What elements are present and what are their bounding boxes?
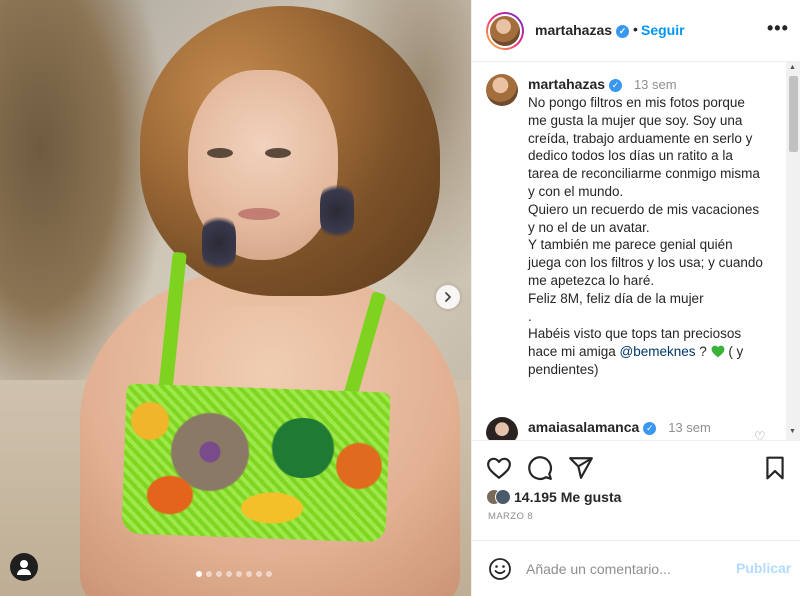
photo-eye-right xyxy=(265,148,291,158)
caption-line: me gusta la mujer que soy. Soy una xyxy=(528,112,743,128)
photo-motif xyxy=(268,418,338,478)
caption-line: me apetezca lo haré. xyxy=(528,272,655,288)
green-heart-icon xyxy=(711,345,724,358)
carousel-dot xyxy=(196,571,202,577)
scroll-down-arrow-icon[interactable]: ▼ xyxy=(789,428,796,435)
likes-count[interactable]: 14.195 Me gusta xyxy=(514,489,621,505)
mention-link[interactable]: @bemeknes xyxy=(620,344,696,359)
next-slide-button[interactable] xyxy=(436,285,460,309)
caption-line: y con el mundo. xyxy=(528,183,624,199)
caption-line: Y también me parece genial quién xyxy=(528,237,733,253)
emoji-icon[interactable] xyxy=(488,557,512,581)
post-side-panel: martahazas ✓ • Seguir ••• martahazas ✓ 13 … xyxy=(471,0,800,596)
caption-line: . xyxy=(528,308,532,324)
photo-earring-left xyxy=(202,212,236,274)
caption-line: Quiero un recuerdo de mis vacaciones xyxy=(528,201,760,217)
carousel-indicator xyxy=(196,571,272,577)
photo-motif xyxy=(140,470,200,520)
carousel-dot xyxy=(246,571,252,577)
caption-line: pendientes) xyxy=(528,361,599,377)
author-username[interactable]: martahazas ✓ xyxy=(535,22,630,38)
caption-line: y no el de un avatar. xyxy=(528,219,650,235)
photo-motif xyxy=(232,488,312,528)
comment-icon[interactable] xyxy=(527,455,553,481)
caption-avatar[interactable] xyxy=(486,74,518,106)
carousel-dot xyxy=(256,571,262,577)
post-header: martahazas ✓ • Seguir ••• xyxy=(472,0,800,62)
more-options-icon[interactable]: ••• xyxy=(767,18,789,39)
post-photo[interactable] xyxy=(0,0,471,596)
carousel-dot xyxy=(236,571,242,577)
tagged-users-button[interactable] xyxy=(10,553,38,581)
carousel-dot xyxy=(206,571,212,577)
publish-button[interactable]: Publicar xyxy=(736,560,791,576)
photo-mouth xyxy=(238,208,280,220)
bookmark-icon[interactable] xyxy=(762,455,788,481)
caption-text: No pongo filtros en mis fotos porque me g… xyxy=(528,94,778,379)
caption-line: No pongo filtros en mis fotos porque xyxy=(528,95,745,110)
verified-badge-icon: ✓ xyxy=(643,421,657,435)
heart-icon[interactable] xyxy=(486,455,512,481)
photo-eye-left xyxy=(207,148,233,158)
comment-time: 13 sem xyxy=(668,420,711,435)
avatar xyxy=(495,489,511,505)
verified-badge-icon: ✓ xyxy=(609,78,623,92)
user-icon xyxy=(20,560,28,568)
scroll-up-arrow-icon[interactable]: ▲ xyxy=(789,64,796,71)
caption-line: hace mi amiga @bemeknes ? ( y xyxy=(528,344,744,360)
caption-username[interactable]: martahazas xyxy=(528,76,605,92)
photo-motif xyxy=(336,436,382,496)
caption-line: Feliz 8M, feliz día de la mujer xyxy=(528,290,704,306)
verified-badge-icon: ✓ xyxy=(616,24,630,38)
photo-earring-right xyxy=(320,180,354,242)
comment-like-icon[interactable]: ♡ xyxy=(754,429,766,440)
caption-time[interactable]: 13 sem xyxy=(634,77,677,92)
caption-line: creída, trabajo arduamente en serlo y xyxy=(528,130,753,146)
post-date[interactable]: MARZO 8 xyxy=(488,511,533,522)
comments-section: martahazas ✓ 13 sem No pongo filtros en m… xyxy=(472,62,787,440)
photo-motif xyxy=(130,396,170,446)
likers-avatars xyxy=(486,487,512,507)
add-comment-bar: Publicar xyxy=(472,540,800,596)
caption-line: dedico todos los días un ratito a la xyxy=(528,148,733,164)
comment-avatar[interactable] xyxy=(486,417,518,440)
comment-username[interactable]: amaiasalamanca xyxy=(528,419,639,435)
caption-line: tarea de reconciliarme conmigo misma xyxy=(528,166,760,182)
carousel-dot xyxy=(266,571,272,577)
follow-button[interactable]: Seguir xyxy=(641,22,685,38)
header-separator: • xyxy=(633,21,638,37)
chevron-right-icon xyxy=(445,292,451,302)
caption-line: juega con los filtros y los usa; y cuand… xyxy=(528,255,763,271)
comment-input[interactable] xyxy=(526,557,726,581)
carousel-dot xyxy=(226,571,232,577)
share-icon[interactable] xyxy=(568,455,594,481)
carousel-dot xyxy=(216,571,222,577)
caption-line: Habéis visto que tops tan preciosos xyxy=(528,326,742,342)
likes-row[interactable]: 14.195 Me gusta xyxy=(486,486,621,508)
scrollbar-thumb[interactable] xyxy=(789,76,798,152)
author-avatar[interactable] xyxy=(486,12,524,50)
